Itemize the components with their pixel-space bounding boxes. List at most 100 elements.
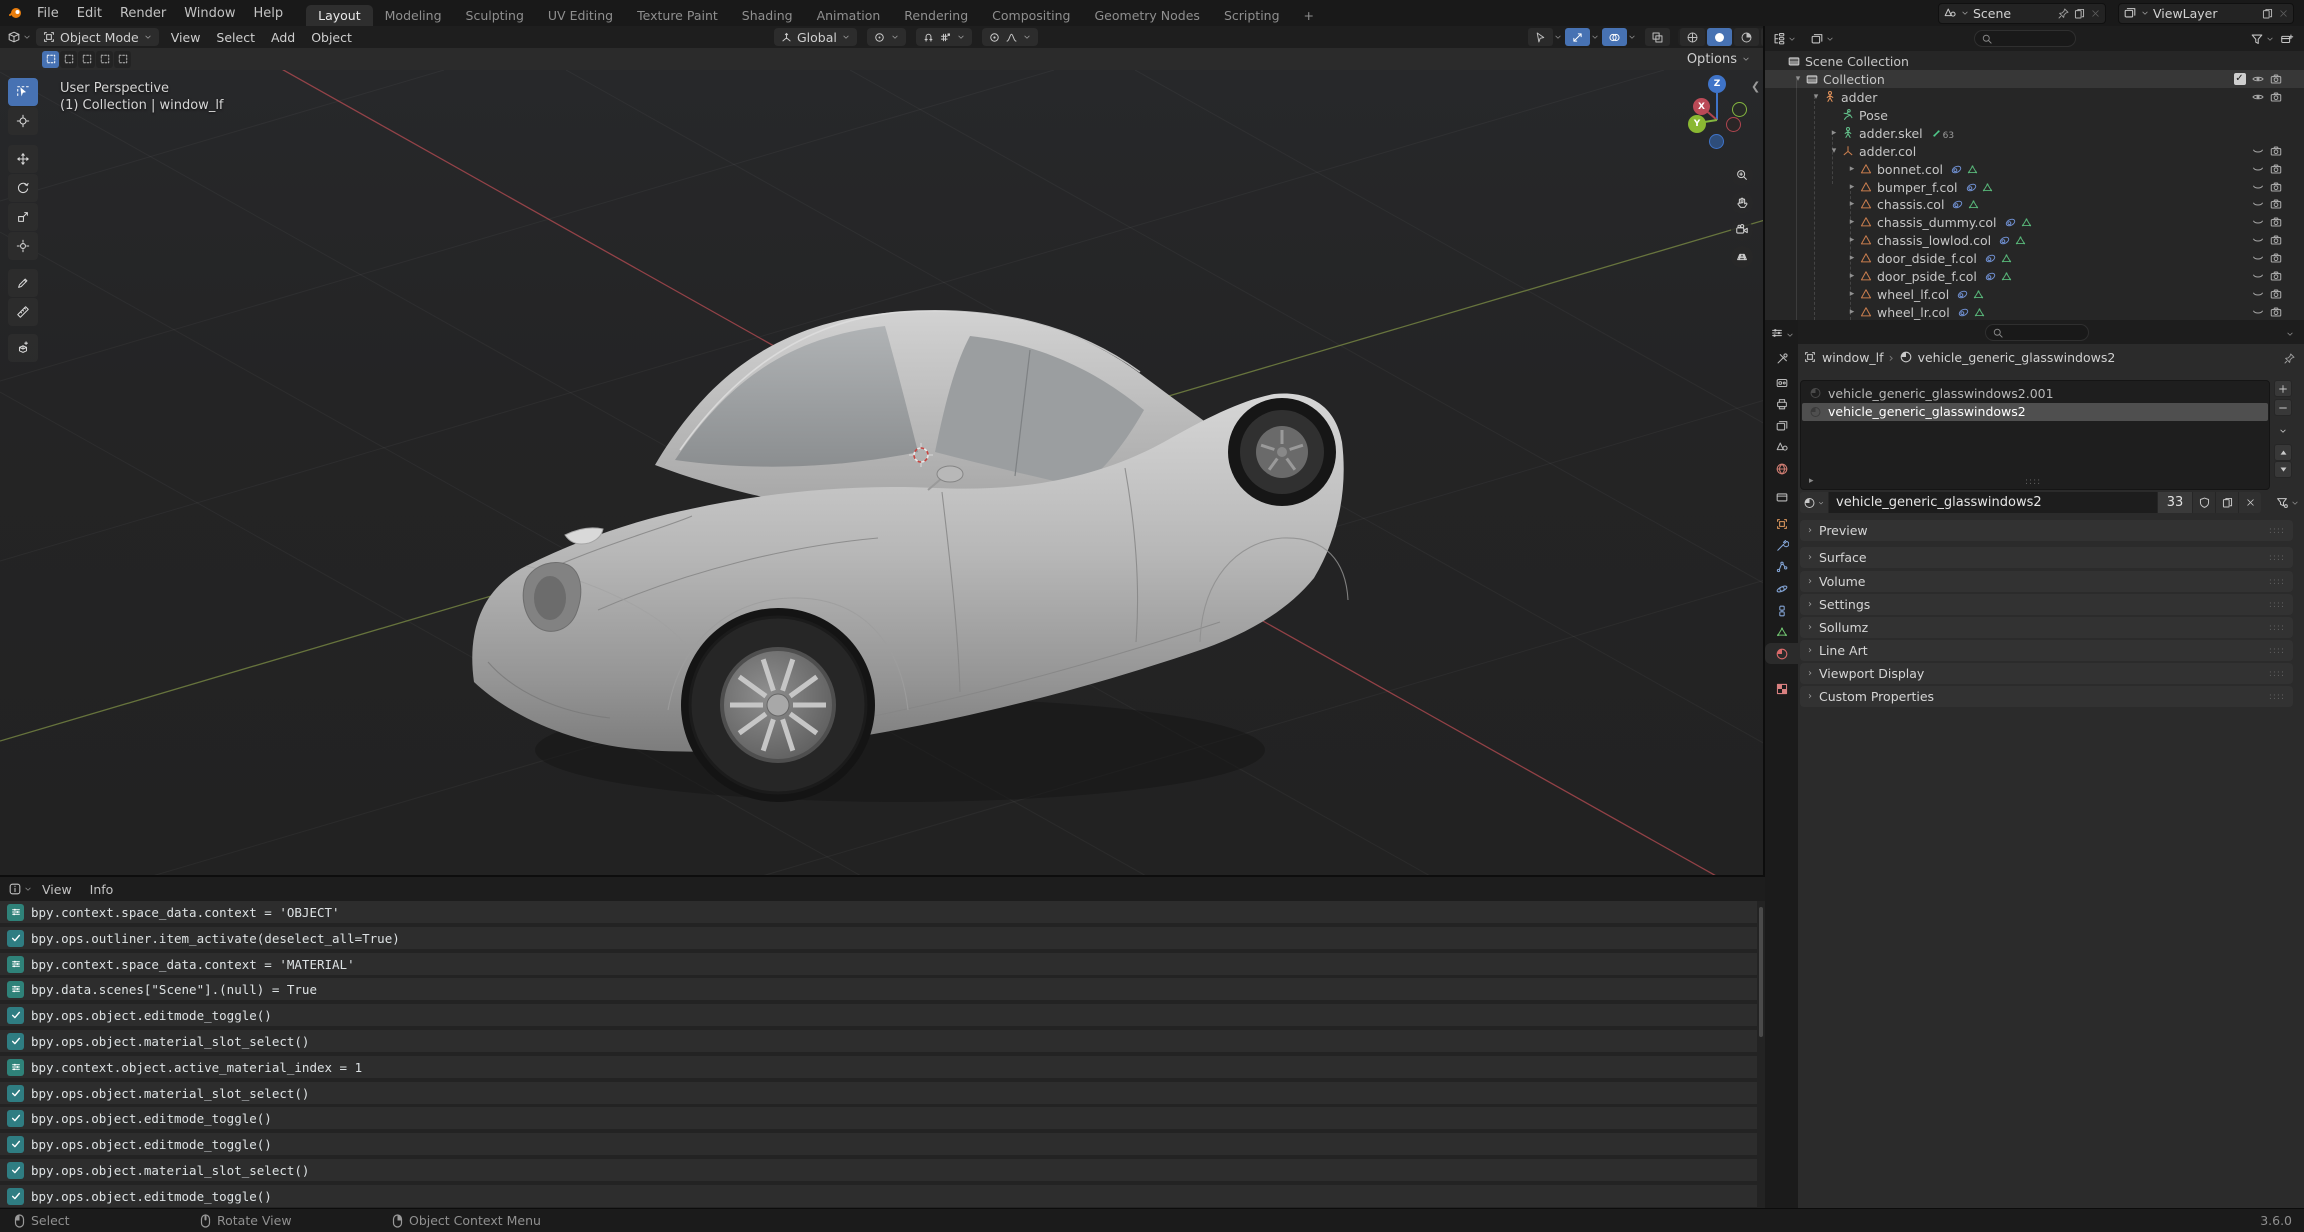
eye-closed-icon[interactable]: [2250, 305, 2265, 320]
editor-type-outliner-icon[interactable]: [1771, 31, 1787, 47]
workspace-tab-animation[interactable]: Animation: [805, 5, 893, 26]
panel-drag-grip-icon[interactable]: ::::: [2269, 646, 2285, 656]
camera-icon[interactable]: [2268, 72, 2283, 87]
outliner-row-collection[interactable]: ▾Collection✓: [1765, 70, 2304, 88]
eye-closed-icon[interactable]: [2250, 233, 2265, 248]
outliner-row-chassis-dummy-col[interactable]: ▸chassis_dummy.col: [1765, 213, 2304, 231]
material-slot[interactable]: vehicle_generic_glasswindows2.001: [1802, 384, 2268, 402]
select-mode-4[interactable]: [114, 51, 131, 68]
outliner-row-bumper-f-col[interactable]: ▸bumper_f.col: [1765, 178, 2304, 196]
info-log-row[interactable]: bpy.ops.object.material_slot_select(): [0, 1082, 1757, 1104]
properties-tab-texture[interactable]: [1765, 678, 1798, 699]
pin-icon[interactable]: [2057, 5, 2070, 21]
camera-icon[interactable]: [2268, 269, 2283, 284]
shading-material-button[interactable]: [1734, 28, 1759, 46]
info-log-row[interactable]: bpy.context.space_data.context = 'MATERI…: [0, 953, 1757, 975]
show-gizmo-toggle[interactable]: [1528, 28, 1553, 46]
viewport-canvas[interactable]: User Perspective (1) Collection | window…: [0, 70, 1765, 877]
outliner-row-wheel-lf-col[interactable]: ▸wheel_lf.col: [1765, 285, 2304, 303]
eye-closed-icon[interactable]: [2250, 144, 2265, 159]
properties-tab-material[interactable]: [1765, 643, 1798, 664]
workspace-tab-rendering[interactable]: Rendering: [892, 5, 980, 26]
panel-drag-grip-icon[interactable]: ::::: [2269, 669, 2285, 679]
disclosure-open-icon[interactable]: ▾: [1827, 146, 1841, 156]
panel-viewport-display[interactable]: ›Viewport Display::::: [1800, 663, 2293, 684]
gizmo-axis-x-neg[interactable]: [1726, 117, 1741, 132]
camera-icon[interactable]: [2268, 162, 2283, 177]
perspective-toggle-button[interactable]: [1731, 246, 1753, 268]
view-layer-selector[interactable]: ViewLayer: [2118, 3, 2294, 24]
unlink-material-button[interactable]: [2238, 492, 2261, 513]
material-slot[interactable]: vehicle_generic_glasswindows2: [1802, 403, 2268, 421]
disclosure-closed-icon[interactable]: ▸: [1845, 164, 1859, 174]
tool-move-button[interactable]: [8, 145, 38, 173]
outliner-row-scene-collection[interactable]: Scene Collection: [1765, 52, 2304, 70]
info-log-row[interactable]: bpy.data.scenes["Scene"].(null) = True: [0, 978, 1757, 1000]
overlays-toggle[interactable]: [1602, 28, 1627, 46]
eye-closed-icon[interactable]: [2250, 215, 2265, 230]
disclosure-closed-icon[interactable]: ▸: [1845, 217, 1859, 227]
properties-tab-physics[interactable]: [1765, 578, 1798, 599]
add-material-slot-button[interactable]: [2274, 380, 2292, 397]
disclosure-open-icon[interactable]: ▾: [1791, 74, 1805, 84]
camera-icon[interactable]: [2268, 251, 2283, 266]
node-filter-icon[interactable]: [2274, 495, 2290, 511]
panel-drag-grip-icon[interactable]: ::::: [2269, 623, 2285, 633]
chevron-down-icon[interactable]: [1553, 29, 1563, 45]
select-mode-0[interactable]: [42, 51, 59, 68]
outliner-row-door-pside-f-col[interactable]: ▸door_pside_f.col: [1765, 267, 2304, 285]
gizmo-axis-z-neg[interactable]: [1709, 134, 1724, 149]
disclosure-closed-icon[interactable]: ▸: [1845, 307, 1859, 317]
panel-volume[interactable]: ›Volume::::: [1800, 571, 2293, 592]
select-mode-1[interactable]: [60, 51, 77, 68]
breadcrumb-material[interactable]: vehicle_generic_glasswindows2: [1918, 350, 2116, 365]
menu-file[interactable]: File: [28, 0, 68, 26]
tool-add-cube-button[interactable]: [8, 334, 38, 362]
snap-settings[interactable]: [916, 28, 972, 46]
properties-tab-particles[interactable]: [1765, 556, 1798, 577]
workspace-tab-geometry-nodes[interactable]: Geometry Nodes: [1083, 5, 1212, 26]
info-log-row[interactable]: bpy.ops.object.editmode_toggle(): [0, 1133, 1757, 1155]
chevron-down-icon[interactable]: [1627, 29, 1637, 45]
workspace-tab-shading[interactable]: Shading: [730, 5, 805, 26]
shading-solid-button[interactable]: [1707, 28, 1732, 46]
properties-tab-output[interactable]: [1765, 393, 1798, 414]
workspace-tab-layout[interactable]: Layout: [306, 5, 373, 26]
tool-transform-button[interactable]: [8, 232, 38, 260]
gizmos-toggle[interactable]: [1565, 28, 1590, 46]
camera-icon[interactable]: [2268, 305, 2283, 320]
pivot-selector[interactable]: [867, 28, 906, 46]
browse-material-button[interactable]: [1800, 492, 1828, 513]
camera-icon[interactable]: [2268, 144, 2283, 159]
panel-sollumz[interactable]: ›Sollumz::::: [1800, 617, 2293, 638]
viewport-menu-view[interactable]: View: [163, 30, 209, 45]
properties-tab-data[interactable]: [1765, 621, 1798, 642]
workspace-tab-sculpting[interactable]: Sculpting: [454, 5, 536, 26]
editor-type-properties-icon[interactable]: [1769, 325, 1785, 341]
disclosure-closed-icon[interactable]: ▸: [1845, 235, 1859, 245]
outliner-row-door-dside-f-col[interactable]: ▸door_dside_f.col: [1765, 249, 2304, 267]
panel-custom-properties[interactable]: ›Custom Properties::::: [1800, 686, 2293, 707]
sidebar-collapse-icon[interactable]: ❮: [1751, 80, 1760, 93]
outliner-row-bonnet-col[interactable]: ▸bonnet.col: [1765, 160, 2304, 178]
proportional-editing-icon[interactable]: [988, 29, 1001, 45]
eye-icon[interactable]: [2250, 90, 2265, 105]
scene-selector[interactable]: Scene: [1938, 3, 2106, 24]
select-mode-2[interactable]: [78, 51, 95, 68]
properties-tab-render[interactable]: [1765, 372, 1798, 393]
properties-tab-tool[interactable]: [1765, 348, 1798, 369]
outliner-row-adder-col[interactable]: ▾adder.col: [1765, 142, 2304, 160]
viewport-3d[interactable]: Object Mode ViewSelectAddObject Global: [0, 26, 1765, 877]
outliner-search-input[interactable]: [1974, 30, 2076, 47]
new-scene-icon[interactable]: [2073, 5, 2086, 21]
remove-view-layer-icon[interactable]: [2277, 5, 2289, 21]
tool-scale-button[interactable]: [8, 203, 38, 231]
material-slots-list[interactable]: ▸ :::: vehicle_generic_glasswindows2.001…: [1800, 380, 2270, 490]
camera-icon[interactable]: [2268, 287, 2283, 302]
menu-render[interactable]: Render: [111, 0, 175, 26]
menu-help[interactable]: Help: [245, 0, 293, 26]
workspace-tab-scripting[interactable]: Scripting: [1212, 5, 1292, 26]
outliner-row-adder[interactable]: ▾adder: [1765, 88, 2304, 106]
menu-edit[interactable]: Edit: [68, 0, 111, 26]
panel-drag-grip-icon[interactable]: ::::: [2269, 692, 2285, 702]
